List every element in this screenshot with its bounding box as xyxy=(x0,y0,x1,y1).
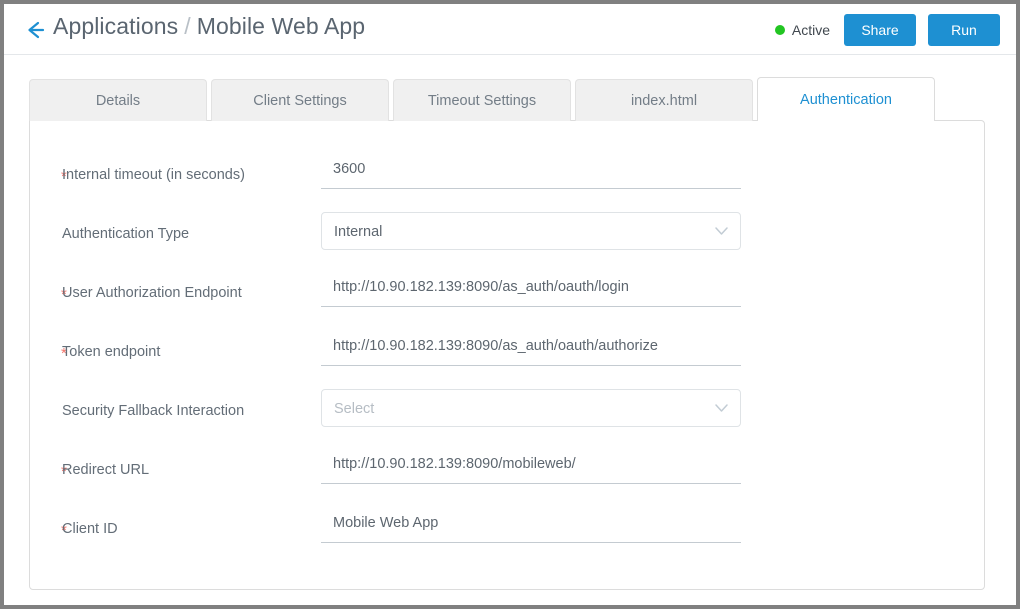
form-row: * User Authorization Endpoint xyxy=(30,271,984,330)
tab-label: Authentication xyxy=(800,91,892,108)
text-input[interactable] xyxy=(321,330,741,366)
tab-label: Client Settings xyxy=(253,92,347,109)
field-label: Redirect URL xyxy=(62,462,150,478)
field-control xyxy=(321,507,741,543)
text-input[interactable] xyxy=(321,271,741,307)
tab-index-html[interactable]: index.html xyxy=(575,79,753,121)
text-input[interactable] xyxy=(321,153,741,189)
field-control: Internal xyxy=(321,212,741,250)
tab-authentication[interactable]: Authentication xyxy=(757,77,935,122)
form-row: * Token endpoint xyxy=(30,330,984,389)
share-button[interactable]: Share xyxy=(844,13,916,46)
breadcrumb: Applications / Mobile Web App xyxy=(53,13,365,40)
field-label: User Authorization Endpoint xyxy=(62,285,242,301)
application-window: Applications / Mobile Web App Active Share… xyxy=(4,4,1016,605)
form-row: * Client ID xyxy=(30,507,984,566)
text-input[interactable] xyxy=(321,507,741,543)
tab-label: Details xyxy=(95,92,141,109)
tab-details[interactable]: Details xyxy=(29,79,207,121)
tab-bar: Details Client Settings Timeout Settings in… xyxy=(4,77,1016,122)
select-value: Select xyxy=(334,401,375,417)
field-control xyxy=(321,153,741,189)
breadcrumb-separator: / xyxy=(184,13,191,39)
form-row: * Redirect URL xyxy=(30,448,984,507)
status-label: Active xyxy=(791,21,830,38)
tab-timeout-settings[interactable]: Timeout Settings xyxy=(393,79,571,121)
field-label: Authentication Type xyxy=(62,226,190,242)
breadcrumb-parent[interactable]: Applications xyxy=(53,13,178,39)
chevron-down-icon xyxy=(715,404,728,413)
field-control xyxy=(321,271,741,307)
form-row: * Internal timeout (in seconds) xyxy=(30,153,984,212)
field-label: Token endpoint xyxy=(62,344,161,360)
status-dot-icon xyxy=(774,24,785,35)
form-rows: *Internal timeout (in seconds)Authentica… xyxy=(30,121,984,566)
field-label: Security Fallback Interaction xyxy=(62,403,245,419)
field-control xyxy=(321,330,741,366)
status-badge: Active xyxy=(774,21,830,38)
field-label: Client ID xyxy=(62,521,118,537)
authentication-form-card: *Internal timeout (in seconds)Authentica… xyxy=(29,120,985,590)
text-input[interactable] xyxy=(321,448,741,484)
select-value: Internal xyxy=(334,224,383,240)
field-control xyxy=(321,448,741,484)
form-row: Security Fallback Interaction Select xyxy=(30,389,984,448)
run-button[interactable]: Run xyxy=(928,13,1000,46)
select-dropdown[interactable]: Select xyxy=(321,389,741,427)
breadcrumb-current: Mobile Web App xyxy=(196,13,366,39)
page-header: Applications / Mobile Web App Active Share… xyxy=(4,4,1016,55)
tab-label: index.html xyxy=(630,92,698,109)
chevron-down-icon xyxy=(715,227,728,236)
form-row: Authentication Type Internal xyxy=(30,212,984,271)
tab-label: Timeout Settings xyxy=(427,92,537,109)
header-actions: Active Share Run xyxy=(774,4,1000,55)
select-dropdown[interactable]: Internal xyxy=(321,212,741,250)
field-control: Select xyxy=(321,389,741,427)
field-label: Internal timeout (in seconds) xyxy=(62,167,245,183)
tab-client-settings[interactable]: Client Settings xyxy=(211,79,389,121)
arrow-left-icon[interactable] xyxy=(22,18,48,42)
